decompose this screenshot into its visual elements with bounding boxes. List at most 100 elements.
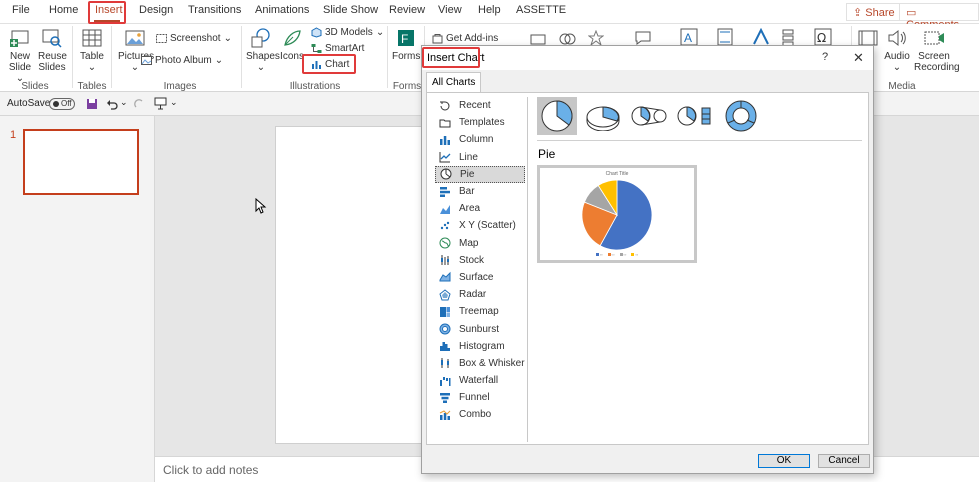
shapes-button[interactable]: Shapes ⌄ <box>246 27 280 73</box>
category-sunburst[interactable]: Sunburst <box>435 320 525 337</box>
present-icon[interactable] <box>154 97 167 110</box>
tab-view[interactable]: View <box>438 4 462 16</box>
tab-help[interactable]: Help <box>478 4 501 16</box>
category-label: Pie <box>460 168 475 180</box>
star-icon[interactable] <box>588 30 604 46</box>
comments-button[interactable]: ▭ Comments <box>899 3 979 31</box>
category-area[interactable]: Area <box>435 200 525 217</box>
category-funnel[interactable]: Funnel <box>435 389 525 406</box>
group-label-tables: Tables <box>77 81 107 92</box>
category-treemap[interactable]: Treemap <box>435 303 525 320</box>
tab-assette[interactable]: ASSETTE <box>516 4 566 16</box>
group-label-illustrations: Illustrations <box>289 81 341 92</box>
slide-thumbnail[interactable] <box>23 129 139 195</box>
help-icon[interactable]: ? <box>822 51 828 63</box>
get-addins-button[interactable]: Get Add-ins <box>432 33 498 44</box>
subtype-bar-of-pie[interactable] <box>675 97 715 135</box>
radar-chart-icon <box>439 289 451 301</box>
new-slide-label-1: New <box>9 51 30 62</box>
save-icon[interactable] <box>86 98 98 110</box>
header-footer-icon[interactable] <box>716 28 734 46</box>
category-templates[interactable]: Templates <box>435 114 525 131</box>
customize-qat-icon[interactable]: ⌄ <box>170 97 178 108</box>
insert-chart-dialog: Insert Chart ? ✕ All Charts Recent Templ… <box>421 45 874 474</box>
preview-legend: ▫▫ ▫▫ ▫▫ ▫▫ <box>540 252 694 257</box>
shapes-icon <box>251 28 270 48</box>
notes-placeholder: Click to add notes <box>163 463 259 477</box>
tab-design[interactable]: Design <box>139 4 173 16</box>
reuse-slides-button[interactable]: Reuse Slides <box>38 27 67 73</box>
category-combo[interactable]: Combo <box>435 406 525 423</box>
subtype-3d-pie[interactable] <box>583 97 623 135</box>
category-label: Column <box>459 134 494 146</box>
undo-icon[interactable] <box>106 98 118 110</box>
map-chart-icon <box>439 237 451 249</box>
audio-button[interactable]: Audio ⌄ <box>882 27 912 73</box>
category-pie[interactable]: Pie <box>435 165 525 183</box>
pictures-button[interactable]: Pictures ⌄ <box>118 27 154 73</box>
tab-all-charts[interactable]: All Charts <box>426 72 482 92</box>
subtype-doughnut[interactable] <box>721 97 761 135</box>
category-xy-scatter[interactable]: X Y (Scatter) <box>435 217 525 234</box>
legend-entry: ▫▫ <box>631 252 638 257</box>
dialog-title-bar: Insert Chart ? ✕ <box>422 46 873 70</box>
comment-new-icon[interactable] <box>634 30 652 46</box>
category-map[interactable]: Map <box>435 235 525 252</box>
cancel-button[interactable]: Cancel <box>818 454 870 468</box>
screenshot-button[interactable]: Screenshot ⌄ <box>156 33 232 44</box>
tab-slide-show[interactable]: Slide Show <box>323 4 378 16</box>
chart-panel: Recent Templates Column Line Pie Bar Are… <box>426 92 869 445</box>
audio-label: Audio <box>884 51 910 62</box>
symbol-icon[interactable]: Ω <box>814 28 832 46</box>
slide-thumbnails-pane: 1 <box>0 116 155 482</box>
photo-album-button[interactable]: Photo Album ⌄ <box>141 55 223 66</box>
forms-button[interactable]: F Forms <box>392 27 420 62</box>
undo-dropdown-icon[interactable]: ⌄ <box>120 97 128 108</box>
smartart-button[interactable]: SmartArt <box>311 43 364 54</box>
tab-file[interactable]: File <box>12 4 30 16</box>
highlight-insert-tab <box>88 1 126 24</box>
redo-icon[interactable] <box>133 98 145 110</box>
mouse-cursor-icon <box>255 198 267 214</box>
group-label-slides: Slides <box>21 81 49 92</box>
table-button[interactable]: Table ⌄ <box>78 27 106 73</box>
tab-animations[interactable]: Animations <box>255 4 309 16</box>
pictures-icon <box>125 30 145 46</box>
category-column[interactable]: Column <box>435 131 525 148</box>
ok-button[interactable]: OK <box>758 454 810 468</box>
wordart-icon[interactable] <box>752 28 770 46</box>
category-recent[interactable]: Recent <box>435 97 525 114</box>
category-label: Surface <box>459 271 494 283</box>
category-bar[interactable]: Bar <box>435 183 525 200</box>
textbox-icon[interactable]: A <box>680 28 698 46</box>
reuse-slides-label-2: Slides <box>38 62 66 73</box>
category-line[interactable]: Line <box>435 149 525 166</box>
new-slide-button[interactable]: New Slide ⌄ <box>6 27 34 84</box>
category-waterfall[interactable]: Waterfall <box>435 372 525 389</box>
cube-icon <box>311 27 322 38</box>
category-radar[interactable]: Radar <box>435 286 525 303</box>
share-button[interactable]: ⇪ Share <box>846 3 902 21</box>
tab-review[interactable]: Review <box>389 4 425 16</box>
icons-icon <box>284 30 301 46</box>
slide-number: 1 <box>10 129 17 141</box>
line-chart-icon <box>439 152 451 163</box>
tab-transitions[interactable]: Transitions <box>188 4 241 16</box>
3d-models-button[interactable]: 3D Models ⌄ <box>311 27 384 38</box>
tab-home[interactable]: Home <box>49 4 78 16</box>
icons-button[interactable]: Icons <box>280 27 304 62</box>
category-box-whisker[interactable]: Box & Whisker <box>435 355 525 372</box>
highlight-chart-button <box>302 54 356 74</box>
link-icon[interactable] <box>530 32 546 46</box>
close-icon[interactable]: ✕ <box>853 50 864 66</box>
subtype-pie[interactable] <box>537 97 577 135</box>
new-slide-label-2: Slide <box>8 62 32 73</box>
category-stock[interactable]: Stock <box>435 252 525 269</box>
category-histogram[interactable]: Histogram <box>435 338 525 355</box>
scatter-chart-icon <box>440 221 450 230</box>
screen-recording-button[interactable]: Screen Recording <box>914 27 960 73</box>
category-surface[interactable]: Surface <box>435 269 525 286</box>
category-label: Combo <box>459 409 492 421</box>
subtype-pie-of-pie[interactable] <box>629 97 669 135</box>
autosave-toggle[interactable]: Off <box>49 98 75 110</box>
